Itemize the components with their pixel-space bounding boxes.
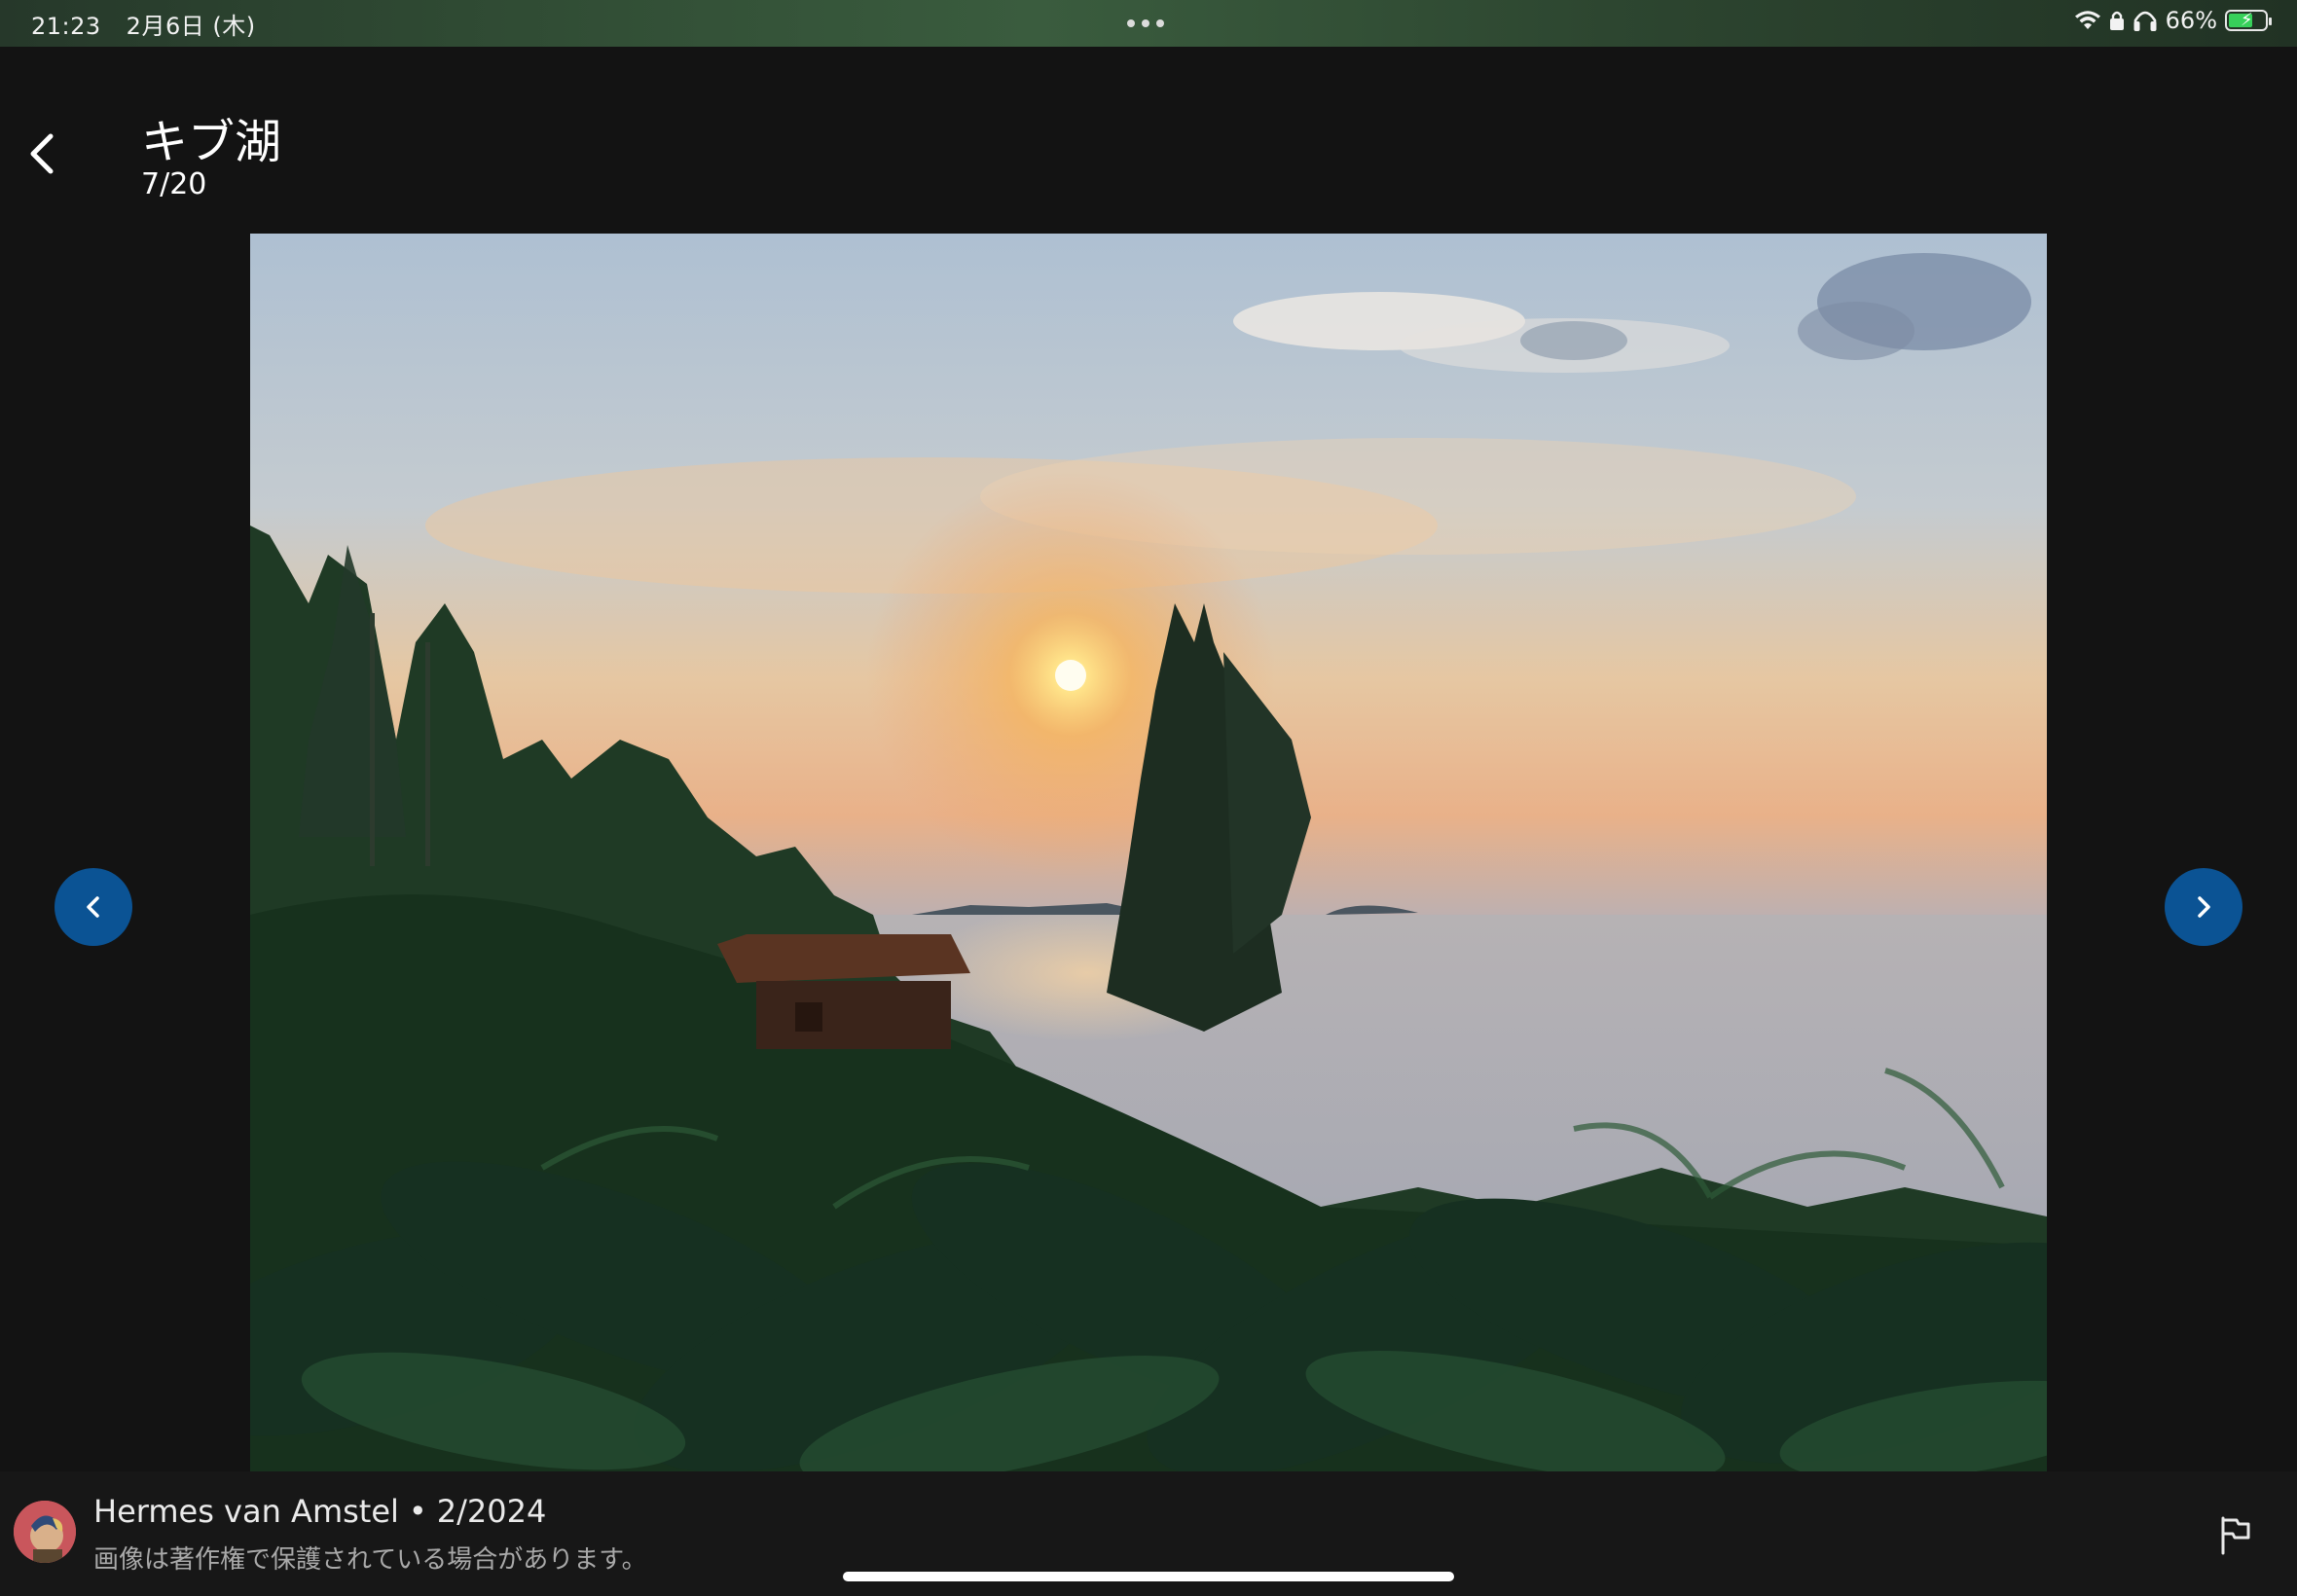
- separator-dot: •: [408, 1493, 427, 1530]
- home-indicator[interactable]: [843, 1572, 1454, 1581]
- chevron-left-icon: [30, 133, 54, 174]
- copyright-notice: 画像は著作権で保護されている場合があります。: [93, 1545, 647, 1575]
- report-button[interactable]: [2215, 1514, 2254, 1557]
- sunset-lake-image: [250, 234, 2047, 1471]
- back-button[interactable]: [21, 125, 64, 183]
- battery-icon: ⚡: [2225, 10, 2272, 31]
- chevron-left-icon: [87, 896, 99, 918]
- author-name[interactable]: Hermes van Amstel: [93, 1493, 399, 1530]
- author-info: Hermes van Amstel • 2/2024: [93, 1493, 546, 1530]
- headphones-icon: [2133, 11, 2157, 31]
- battery-percent: 66%: [2165, 7, 2217, 34]
- wifi-icon: [2074, 11, 2100, 29]
- lock-icon: [2109, 11, 2124, 30]
- photo-date: 2/2024: [436, 1493, 547, 1530]
- image-counter: 7/20: [141, 167, 207, 201]
- page-title: キブ湖: [141, 115, 282, 169]
- main-photo[interactable]: [250, 234, 2047, 1471]
- status-bar: 21:23 2月6日 (木) 66% ⚡: [0, 0, 2297, 47]
- chevron-right-icon: [2198, 896, 2210, 918]
- status-indicators: 66% ⚡: [2074, 7, 2272, 34]
- flag-icon: [2221, 1516, 2250, 1555]
- author-avatar[interactable]: [14, 1501, 76, 1563]
- status-time: 21:23: [31, 13, 101, 40]
- next-photo-button[interactable]: [2165, 868, 2242, 946]
- photo-viewer-screen: 21:23 2月6日 (木) 66% ⚡ キブ湖 7/20 Hermes van…: [0, 0, 2297, 1596]
- status-date: 2月6日 (木): [126, 13, 256, 40]
- previous-photo-button[interactable]: [55, 868, 132, 946]
- multitasking-dots-icon[interactable]: [1127, 19, 1164, 27]
- status-time-date: 21:23 2月6日 (木): [31, 7, 281, 41]
- avatar-image: [14, 1501, 76, 1563]
